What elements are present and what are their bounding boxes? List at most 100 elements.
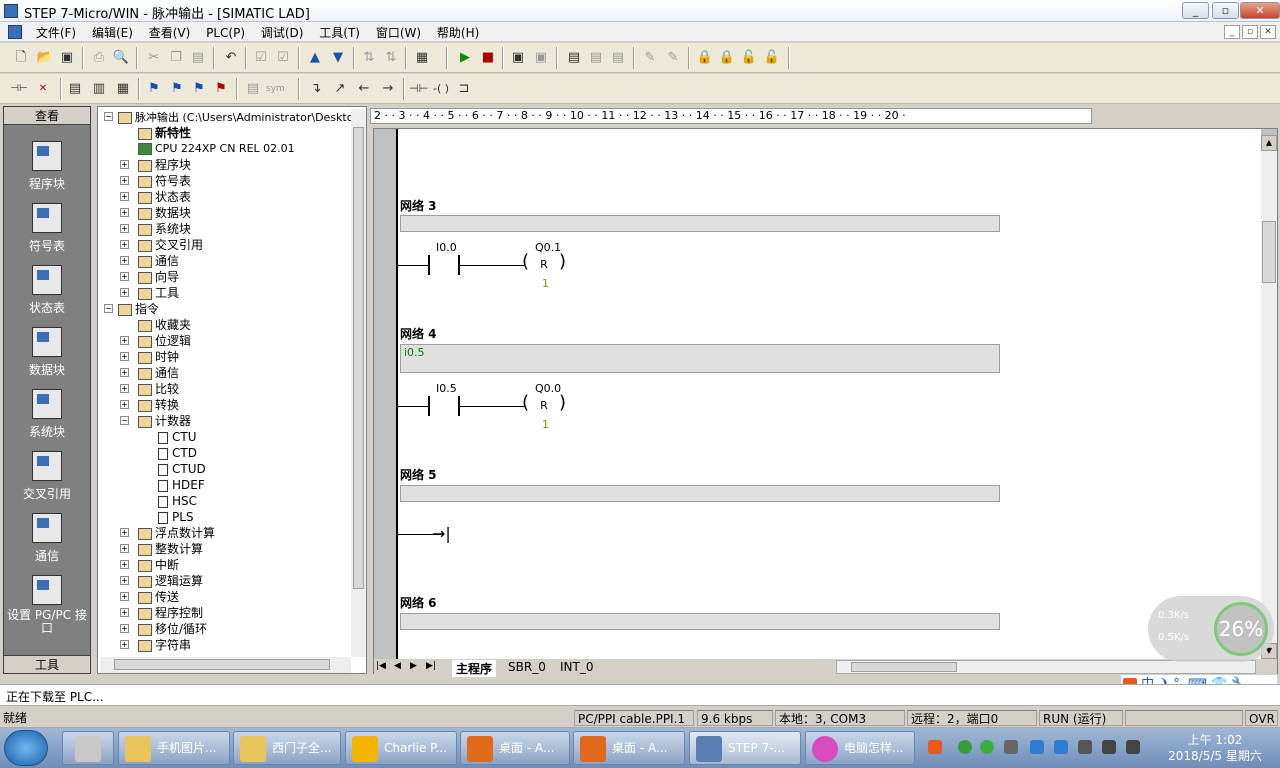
tree-instr-floating-point[interactable]: + 浮点数计算 (120, 525, 215, 541)
nav-cross-reference[interactable]: 交叉引用 (4, 451, 90, 502)
task-desktop-1[interactable]: 桌面 - A... (460, 731, 570, 765)
tree-item-tools[interactable]: + 工具 (120, 285, 179, 301)
sym-icon[interactable]: sym (266, 80, 285, 98)
menu-debug[interactable]: 调试(D) (255, 22, 310, 43)
tree-instructions[interactable]: − 指令 (104, 301, 159, 317)
tree-cpu[interactable]: CPU 224XP CN REL 02.01 (138, 141, 295, 157)
network-3-reset-coil[interactable]: R (522, 252, 566, 275)
security-tray-icon[interactable] (1054, 740, 1068, 754)
next-bookmark-icon[interactable]: ⚑ (168, 80, 186, 98)
force-icon[interactable]: ✎ (664, 49, 682, 67)
task-calculator[interactable] (62, 731, 114, 765)
tab-next-icon[interactable]: ▶ (410, 661, 417, 671)
network-6-title[interactable]: 网络 6 (400, 594, 437, 611)
insert-coil-icon[interactable]: -( ) (432, 80, 450, 98)
tree-counter-hdef[interactable]: HDEF (158, 477, 205, 493)
network-3-contact-address[interactable]: I0.0 (436, 241, 457, 254)
tree-instr-compare[interactable]: + 比较 (120, 381, 179, 397)
clock[interactable]: 上午 1:02 2018/5/5 星期六 (1160, 732, 1270, 764)
lock-icon[interactable]: 🔒 (696, 49, 714, 67)
up-line-icon[interactable]: ↗ (331, 80, 349, 98)
tab-first-icon[interactable]: |◀ (376, 661, 386, 671)
editor-hscroll-thumb[interactable] (851, 662, 957, 672)
menu-edit[interactable]: 编辑(E) (86, 22, 139, 43)
network-3-comment[interactable] (400, 215, 1000, 232)
task-step7[interactable]: STEP 7-... (689, 731, 801, 765)
volume-icon[interactable] (1102, 740, 1116, 754)
nav-system-block[interactable]: 系统块 (4, 389, 90, 440)
scroll-up-icon[interactable]: ▲ (1261, 135, 1277, 151)
network-3-contact[interactable] (428, 255, 460, 275)
nav-footer[interactable]: 工具 (4, 655, 90, 673)
down-line-icon[interactable]: ↴ (307, 80, 325, 98)
tree-instr-integer-math[interactable]: + 整数计算 (120, 541, 203, 557)
cut-icon[interactable]: ✂ (145, 49, 163, 67)
shield-tray-icon[interactable] (1030, 740, 1044, 754)
run-icon[interactable]: ▶ (456, 49, 474, 67)
network-3-title[interactable]: 网络 3 (400, 197, 437, 214)
bookmark-icon[interactable]: ⚑ (145, 80, 163, 98)
network-4-comment[interactable]: i0.5 (400, 344, 1000, 373)
tree-item-status-chart[interactable]: + 状态表 (120, 189, 191, 205)
unlock-icon[interactable]: 🔓 (740, 49, 758, 67)
new-icon[interactable]: 🗋 (12, 49, 30, 67)
menu-plc[interactable]: PLC(P) (200, 24, 251, 42)
nav-program-block[interactable]: 程序块 (4, 141, 90, 192)
tab-int0[interactable]: INT_0 (560, 660, 593, 674)
sort-descending-icon[interactable]: ⇅ (382, 49, 400, 67)
network-5-comment[interactable] (400, 485, 1000, 502)
task-desktop-2[interactable]: 桌面 - A... (573, 731, 685, 765)
tree-hscroll-thumb[interactable] (114, 659, 330, 670)
tree-counter-ctu[interactable]: CTU (158, 429, 197, 445)
mdi-close-button[interactable]: ✕ (1260, 25, 1276, 39)
usb-tray-icon[interactable] (1078, 740, 1092, 754)
network-3-coil-count[interactable]: 1 (542, 277, 549, 290)
chart-status-icon[interactable]: ▤ (565, 49, 583, 67)
save-icon[interactable]: ▣ (58, 49, 76, 67)
close-button[interactable]: ✕ (1240, 2, 1280, 19)
tree-instr-program-control[interactable]: + 程序控制 (120, 605, 203, 621)
menu-window[interactable]: 窗口(W) (370, 22, 427, 43)
tab-main[interactable]: 主程序 (452, 660, 497, 677)
tree-counter-pls[interactable]: PLS (158, 509, 194, 525)
network-4-contact[interactable] (428, 396, 460, 416)
network-3-coil-address[interactable]: Q0.1 (535, 241, 561, 254)
sort-ascending-icon[interactable]: ⇅ (360, 49, 378, 67)
nav-status-chart[interactable]: 状态表 (4, 265, 90, 316)
menu-view[interactable]: 查看(V) (143, 22, 197, 43)
network-4-coil-address[interactable]: Q0.0 (535, 382, 561, 395)
sogou-tray-icon[interactable] (928, 740, 942, 754)
symbol-table-icon[interactable]: ▦ (114, 80, 132, 98)
pause-status-icon[interactable]: ▣ (532, 49, 550, 67)
task-browser[interactable]: 电脑怎样... (805, 731, 915, 765)
tree-scroll-thumb[interactable] (353, 127, 364, 589)
nav-set-pgpc[interactable]: 设置 PG/PC 接口 (4, 575, 90, 635)
pause-chart-icon[interactable]: ▤ (587, 49, 605, 67)
network-4-title[interactable]: 网络 4 (400, 325, 437, 342)
task-phone-pictures[interactable]: 手机图片... (118, 731, 230, 765)
tree-counter-ctud[interactable]: CTUD (158, 461, 206, 477)
copy-icon[interactable]: ❐ (167, 49, 185, 67)
print-icon[interactable]: ⎙ (90, 49, 108, 67)
insert-contact-icon[interactable]: ⊣⊢ (409, 80, 428, 98)
menu-file[interactable]: 文件(F) (30, 22, 82, 43)
toggle-poe-icon[interactable]: ▤ (66, 80, 84, 98)
tree-instr-convert[interactable]: + 转换 (120, 397, 179, 413)
nav-header[interactable]: 查看 (4, 107, 90, 125)
lock-all-icon[interactable]: 🔒 (718, 49, 736, 67)
tree-instr-move[interactable]: + 传送 (120, 589, 179, 605)
ladder-canvas[interactable]: 网络 3 I0.0 Q0.1 R 1 网络 4 i0.5 I0.5 Q0.0 R… (396, 129, 1261, 659)
insert-box-icon[interactable]: ⊐ (455, 80, 473, 98)
tree-root[interactable]: − 脉冲输出 (C:\Users\Administrator\Desktop) (104, 109, 365, 125)
menu-help[interactable]: 帮助(H) (431, 22, 485, 43)
tab-sbr0[interactable]: SBR_0 (508, 660, 546, 674)
network-monitor-widget[interactable]: 0.3K/s 0.5K/s 26% (1148, 596, 1274, 662)
right-line-icon[interactable]: → (379, 80, 397, 98)
tree-item-cross-reference[interactable]: + 交叉引用 (120, 237, 203, 253)
collapse-icon[interactable]: − (104, 112, 113, 121)
tree-item-symbol-table[interactable]: + 符号表 (120, 173, 191, 189)
tree-item-program-block[interactable]: + 程序块 (120, 157, 191, 173)
tree-item-data-block[interactable]: + 数据块 (120, 205, 191, 221)
delete-network-icon[interactable]: ✕ (34, 80, 52, 98)
tree-instr-interrupt[interactable]: + 中断 (120, 557, 179, 573)
